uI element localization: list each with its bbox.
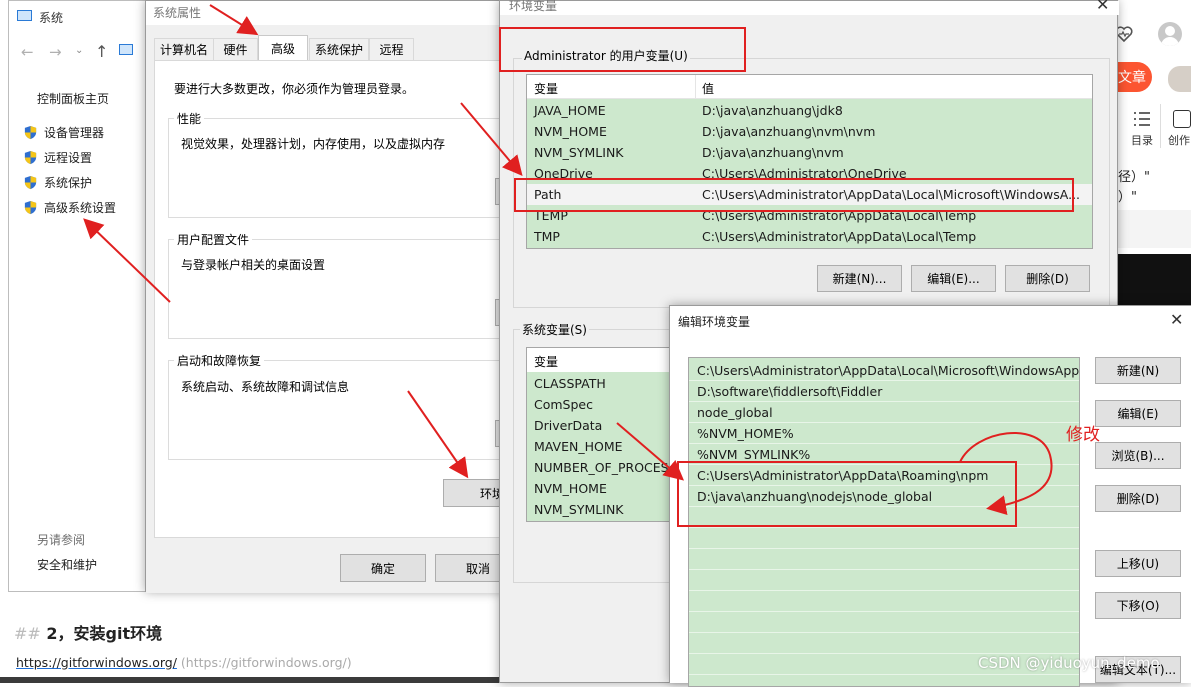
watermark: CSDN @yiduoyun_demo — [978, 654, 1160, 672]
annotation-arrows — [83, 4, 1053, 516]
